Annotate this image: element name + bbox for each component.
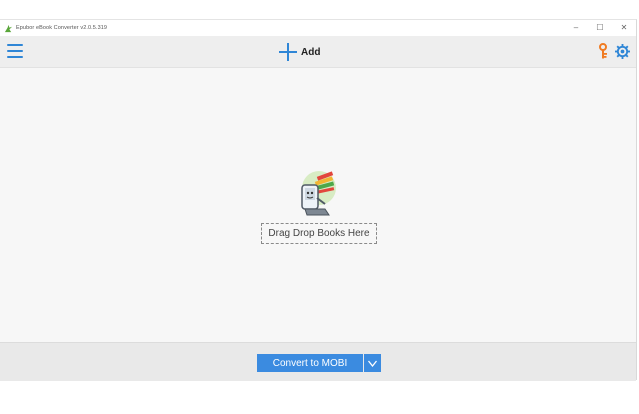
maximize-button[interactable]: ☐ [588,20,612,36]
convert-format-dropdown[interactable] [364,354,381,372]
plus-icon [279,43,297,61]
drop-area[interactable]: Drag Drop Books Here [0,68,636,342]
gear-icon[interactable] [615,44,630,59]
title-bar[interactable]: Epubor eBook Converter v2.0.5.319 – ☐ ✕ [0,20,636,36]
chevron-down-icon [368,360,377,367]
app-logo-icon [4,24,13,32]
app-window: Epubor eBook Converter v2.0.5.319 – ☐ ✕ … [0,19,637,381]
drop-zone[interactable]: Drag Drop Books Here [261,223,377,244]
books-icon [301,171,336,216]
menu-line [7,44,23,46]
convert-label: Convert to MOBI [272,357,348,369]
toolbar: Add [0,36,636,68]
screen: Epubor eBook Converter v2.0.5.319 – ☐ ✕ … [0,0,639,414]
close-button[interactable]: ✕ [612,20,636,36]
hamburger-menu-icon[interactable] [7,44,23,58]
add-button[interactable]: Add [279,42,320,62]
window-controls: – ☐ ✕ [564,20,636,36]
key-icon[interactable] [598,43,610,60]
bottom-bar: Convert to MOBI [0,342,636,381]
convert-button[interactable]: Convert to MOBI [257,354,363,372]
menu-line [7,50,23,52]
menu-line [7,56,23,58]
minimize-button[interactable]: – [564,20,588,36]
add-label: Add [301,46,321,58]
drop-label: Drag Drop Books Here [268,228,370,239]
window-title: Epubor eBook Converter v2.0.5.319 [16,25,108,31]
